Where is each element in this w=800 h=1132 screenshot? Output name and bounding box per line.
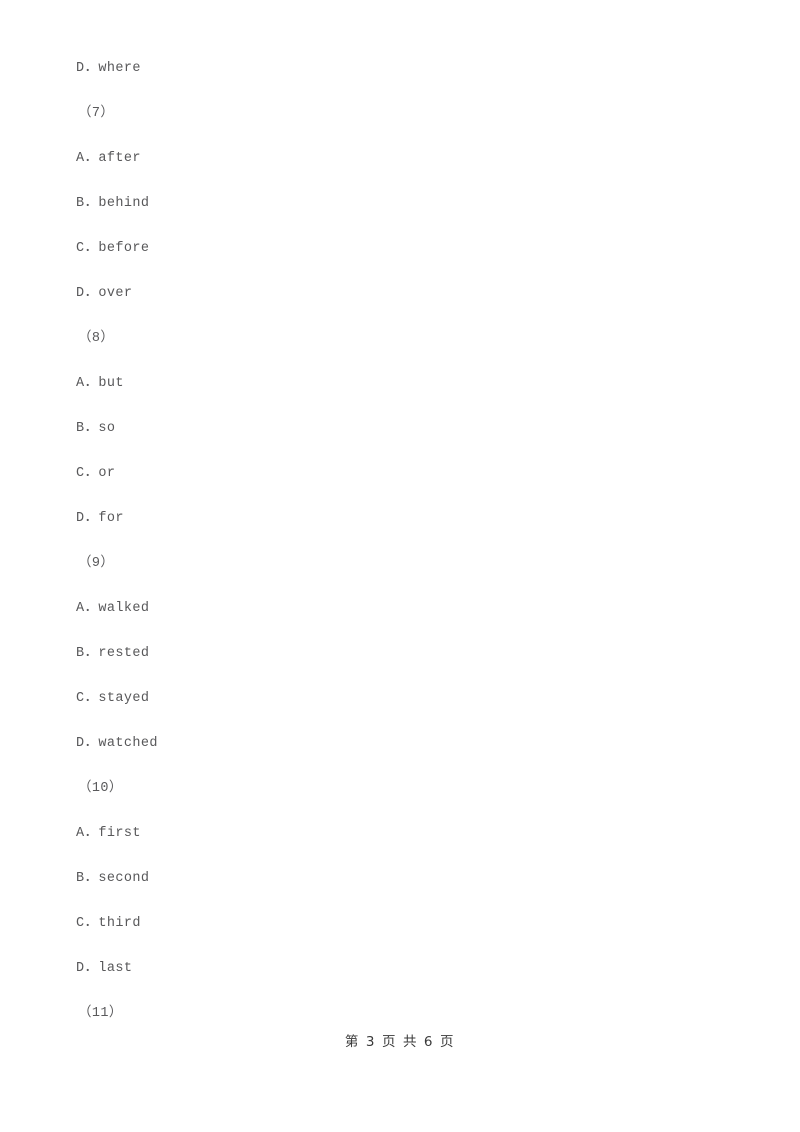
page-number-indicator: 第 3 页 共 6 页 [344, 1034, 456, 1050]
answer-option: B．behind [76, 196, 150, 211]
answer-option: B．rested [76, 646, 150, 661]
answer-option: C．before [76, 241, 150, 256]
answer-option: C．stayed [76, 691, 150, 706]
answer-option: D．last [76, 961, 133, 976]
answer-option: A．first [76, 826, 141, 841]
answer-option: B．second [76, 871, 150, 886]
answer-option: D．over [76, 286, 133, 301]
answer-option: D．where [76, 61, 141, 76]
answer-option: A．but [76, 376, 124, 391]
question-number: （9） [78, 556, 115, 571]
question-options-list: D．where （7） A．after B．behind C．before D．over （… [76, 46, 716, 1036]
document-page: D．where （7） A．after B．behind C．before D．over （… [0, 0, 800, 1132]
answer-option: B．so [76, 421, 116, 436]
answer-option: A．walked [76, 601, 150, 616]
page-footer: 第 3 页 共 6 页 [0, 1030, 800, 1051]
question-number: （8） [78, 331, 115, 346]
answer-option: C．third [76, 916, 141, 931]
answer-option: A．after [76, 151, 141, 166]
question-number: （10） [78, 781, 123, 796]
answer-option: C．or [76, 466, 116, 481]
answer-option: D．for [76, 511, 124, 526]
answer-option: D．watched [76, 736, 158, 751]
question-number: （7） [78, 106, 115, 121]
